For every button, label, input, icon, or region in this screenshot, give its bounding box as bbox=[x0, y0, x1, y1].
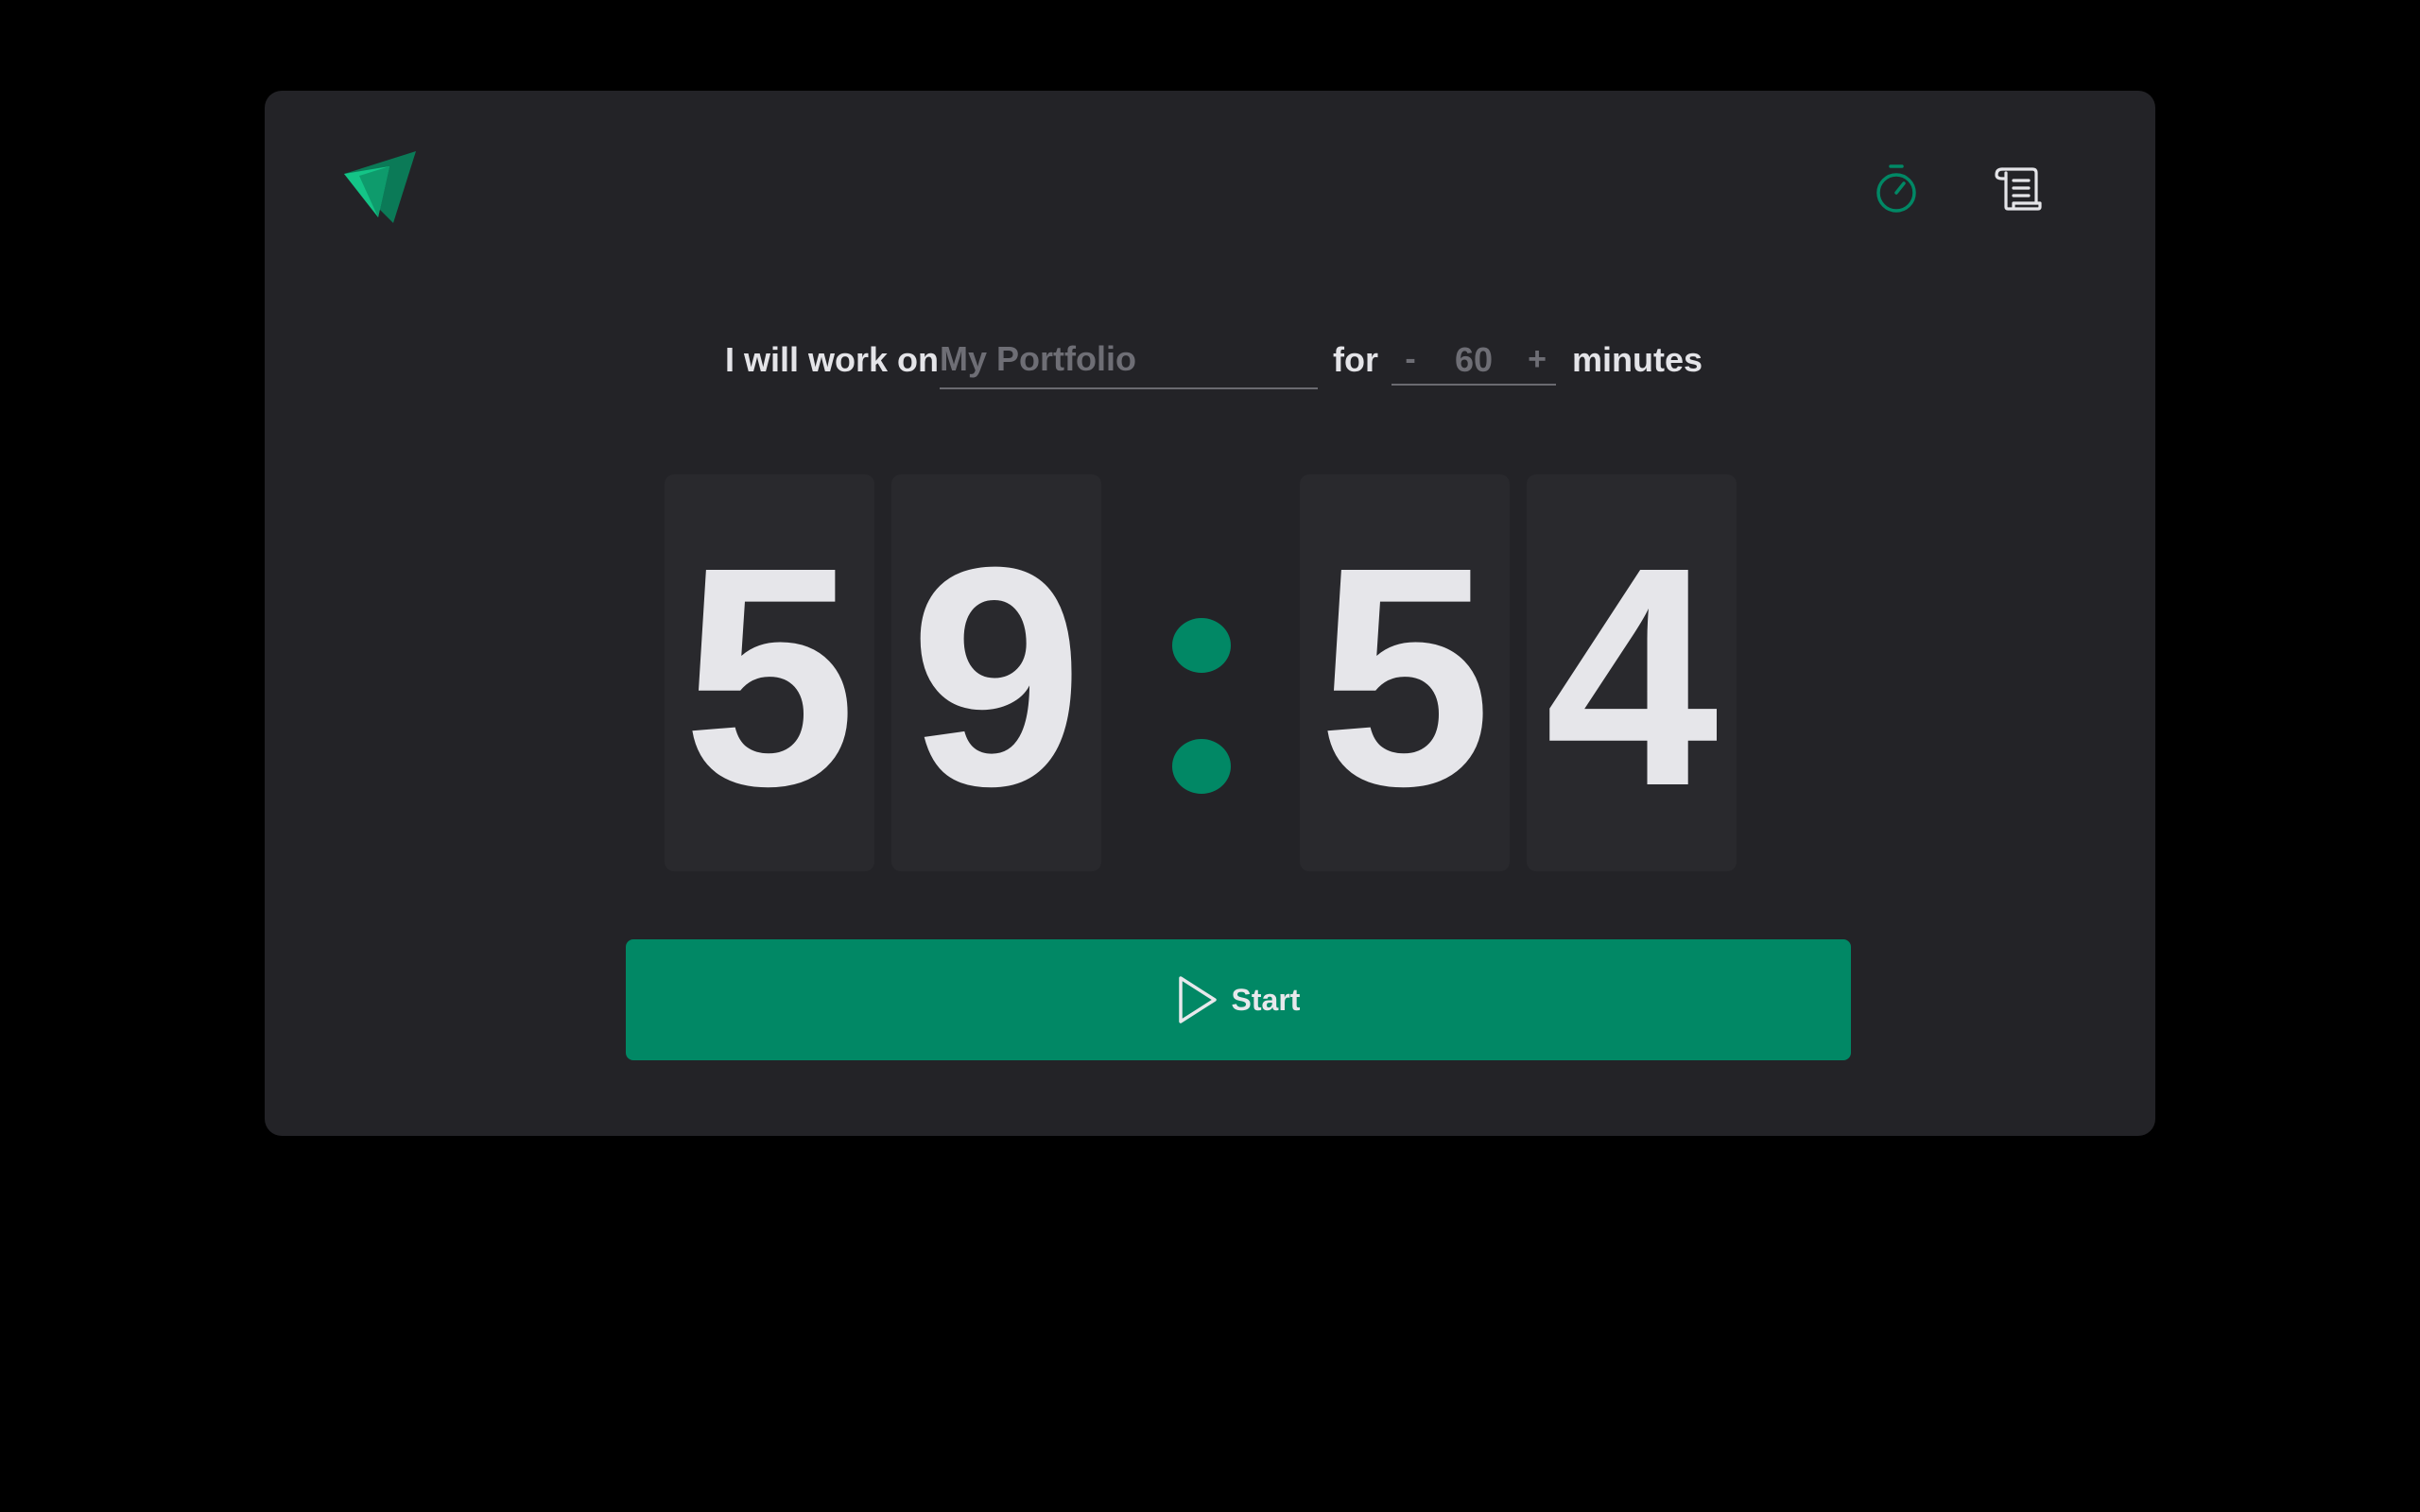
duration-value[interactable]: 60 bbox=[1429, 340, 1518, 380]
stopwatch-icon bbox=[1876, 164, 1916, 213]
for-label: for bbox=[1333, 340, 1378, 379]
increment-button[interactable]: + bbox=[1518, 338, 1556, 380]
start-button-label: Start bbox=[1231, 982, 1301, 1017]
minutes-ones-digit: 9 bbox=[891, 474, 1101, 871]
decrement-button[interactable]: - bbox=[1392, 338, 1429, 380]
seconds-ones-digit: 4 bbox=[1527, 474, 1737, 871]
colon-dot-bottom bbox=[1172, 739, 1231, 794]
duration-stepper: - 60 + bbox=[1392, 331, 1556, 386]
log-nav-button[interactable] bbox=[1991, 163, 2044, 215]
digit-text: 4 bbox=[1545, 502, 1719, 850]
minutes-tens-digit: 5 bbox=[665, 474, 874, 871]
minutes-label: minutes bbox=[1572, 340, 1703, 379]
task-input[interactable] bbox=[940, 331, 1318, 389]
task-prefix-label: I will work on bbox=[725, 340, 940, 379]
start-button[interactable]: Start bbox=[626, 939, 1851, 1060]
seconds-tens-digit: 5 bbox=[1300, 474, 1510, 871]
colon-dot-top bbox=[1172, 618, 1231, 673]
digit-text: 9 bbox=[909, 502, 1083, 850]
task-sentence: I will work on for - 60 + minutes bbox=[265, 327, 2155, 403]
digit-text: 5 bbox=[1318, 502, 1492, 850]
scroll-icon bbox=[1995, 167, 2042, 211]
timer-nav-button[interactable] bbox=[1870, 163, 1923, 215]
paper-plane-logo-icon bbox=[344, 151, 416, 223]
app-logo[interactable] bbox=[340, 149, 420, 229]
play-icon bbox=[1178, 976, 1217, 1023]
focus-card: I will work on for - 60 + minutes 5 9 5 … bbox=[265, 91, 2155, 1136]
digit-text: 5 bbox=[683, 502, 856, 850]
